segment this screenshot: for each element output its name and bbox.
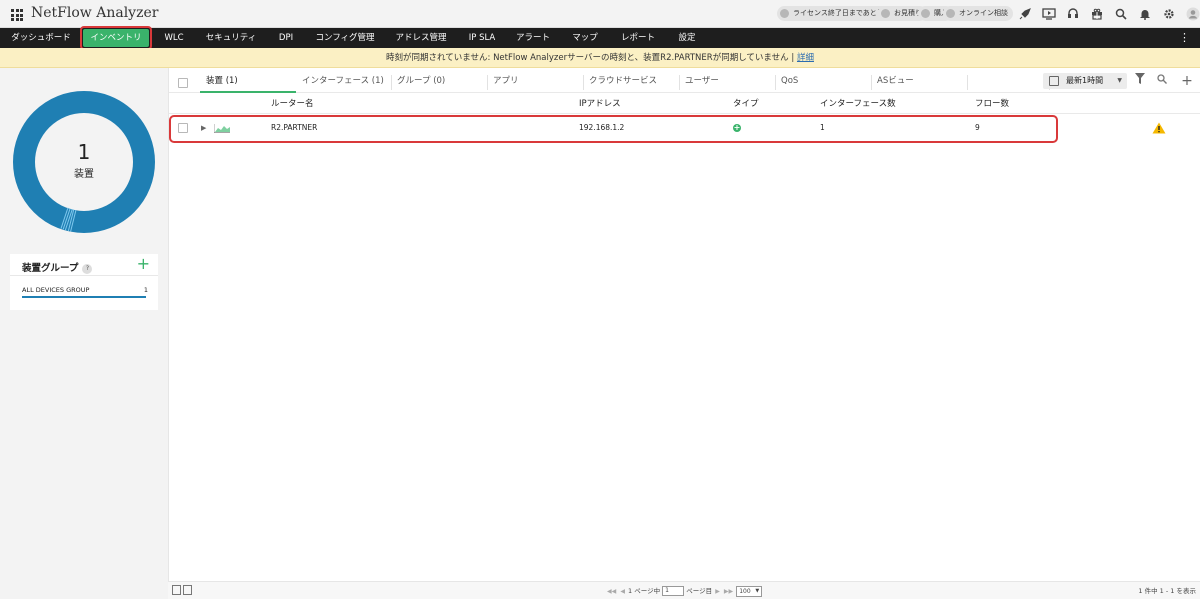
tab-separator (967, 75, 968, 90)
filter-icon[interactable] (1133, 73, 1147, 89)
device-group-title: 装置グループ? (22, 260, 93, 274)
chevron-down-icon: ▼ (755, 587, 760, 594)
table-footer: ◀◀ ◀ 1 ページ中 1 ページ目 ▶ ▶▶ 100 ▼ 1 件中 1 - 1 … (168, 581, 1200, 599)
pagination: ◀◀ ◀ 1 ページ中 1 ページ目 ▶ ▶▶ 100 ▼ (606, 582, 763, 599)
tab-cloud-services[interactable]: クラウドサービス (583, 73, 679, 93)
nav-ipsla[interactable]: IP SLA (463, 28, 501, 48)
device-count: 1 (77, 140, 91, 164)
time-range-dropdown[interactable]: 最新1時間 ▼ (1043, 73, 1127, 89)
left-panel: 1 装置 装置グループ? + ALL DEVICES GROUP 1 (0, 68, 168, 599)
device-group-title-text: 装置グループ (22, 263, 79, 274)
nav-settings[interactable]: 設定 (672, 28, 702, 48)
banner-separator: | (791, 53, 795, 63)
cart-icon (921, 9, 930, 18)
license-text: ライセンス終了日まであと７日 (793, 9, 891, 17)
video-icon[interactable] (1040, 6, 1058, 22)
tab-users[interactable]: ユーザー (679, 73, 775, 93)
nav-config[interactable]: コンフィグ管理 (311, 28, 379, 48)
page-prefix: 1 ページ中 (628, 587, 661, 595)
tab-qos[interactable]: QoS (775, 73, 871, 93)
next-page-button[interactable]: ▶ (715, 588, 720, 595)
page-number-input[interactable]: 1 (662, 586, 685, 596)
add-group-icon[interactable]: + (137, 254, 150, 274)
col-router-name[interactable]: ルーター名 (271, 94, 314, 114)
page-size-select[interactable]: 100 ▼ (736, 585, 763, 597)
table-search-icon[interactable] (1155, 73, 1169, 89)
help-icon[interactable]: ? (82, 263, 93, 274)
banner-details-link[interactable]: 詳細 (797, 53, 814, 63)
chevron-down-icon: ▼ (1117, 77, 1122, 84)
table-header: ルーター名 IPアドレス タイプ インターフェース数 フロー数 (169, 94, 1200, 114)
app-title: NetFlow Analyzer (31, 5, 159, 21)
tab-devices[interactable]: 装置 (1) (200, 73, 296, 93)
group-item-all-devices[interactable]: ALL DEVICES GROUP 1 (22, 286, 148, 294)
banner-text: 時刻が同期されていません: NetFlow Analyzerサーバーの時刻と、装… (386, 53, 789, 63)
nav-dpi[interactable]: DPI (272, 28, 300, 48)
print-icon[interactable] (183, 585, 192, 595)
bell-icon[interactable] (1136, 6, 1154, 22)
main-nav: ダッシュボード インベントリ WLC セキュリティ DPI コンフィグ管理 アド… (0, 28, 1200, 48)
device-donut-chart[interactable]: 1 装置 (10, 88, 158, 236)
first-page-button[interactable]: ◀◀ (607, 588, 616, 595)
app-grid-icon[interactable] (11, 9, 23, 21)
nav-security[interactable]: セキュリティ (200, 28, 262, 48)
headset-icon[interactable] (1064, 6, 1082, 22)
nav-maps[interactable]: マップ (566, 28, 604, 48)
gear-icon[interactable] (1160, 6, 1178, 22)
nav-wlc[interactable]: WLC (158, 28, 190, 48)
device-label: 装置 (74, 169, 94, 180)
col-type[interactable]: タイプ (733, 94, 759, 114)
consult-pill[interactable]: オンライン相談 (943, 6, 1013, 21)
top-header: NetFlow Analyzer ライセンス終了日まであと７日 お見積り 購入 … (0, 0, 1200, 28)
chat-icon (946, 9, 955, 18)
group-item-name: ALL DEVICES GROUP (22, 286, 90, 294)
prev-page-button[interactable]: ◀ (620, 588, 625, 595)
group-item-bar (22, 296, 146, 298)
select-all-checkbox[interactable] (178, 78, 188, 88)
page-suffix: ページ目 (686, 587, 713, 595)
quote-icon (881, 9, 890, 18)
main-panel: 装置 (1) インターフェース (1) グループ (0) アプリ クラウドサービ… (168, 68, 1200, 599)
row-highlight (169, 115, 1058, 143)
tab-interfaces[interactable]: インターフェース (1) (296, 73, 392, 93)
nav-alerts[interactable]: アラート (510, 28, 556, 48)
calendar-icon (1049, 76, 1059, 86)
device-group-card: 装置グループ? + ALL DEVICES GROUP 1 (10, 254, 158, 310)
last-page-button[interactable]: ▶▶ (724, 588, 733, 595)
search-icon[interactable] (1112, 6, 1130, 22)
more-menu-icon[interactable]: ⋮ (1179, 32, 1190, 44)
user-icon[interactable] (1184, 6, 1200, 22)
header-icon-group (1016, 6, 1200, 22)
add-device-icon[interactable]: + (1180, 73, 1194, 89)
tab-apps[interactable]: アプリ (487, 73, 583, 93)
gift-icon[interactable] (1088, 6, 1106, 22)
col-flow-count[interactable]: フロー数 (975, 94, 1009, 114)
rocket-icon[interactable] (1016, 6, 1034, 22)
time-range-value: 最新1時間 (1066, 76, 1104, 85)
nav-address[interactable]: アドレス管理 (390, 28, 452, 48)
nav-dashboard[interactable]: ダッシュボード (6, 28, 76, 48)
tab-as-view[interactable]: ASビュー (871, 73, 967, 93)
export-icon[interactable] (172, 585, 181, 595)
group-item-count: 1 (143, 286, 148, 294)
warning-icon[interactable] (1152, 122, 1166, 134)
record-summary: 1 件中 1 - 1 を表示 (1138, 587, 1196, 595)
group-divider (10, 275, 158, 276)
time-sync-banner: 時刻が同期されていません: NetFlow Analyzerサーバーの時刻と、装… (0, 48, 1200, 68)
consult-text: オンライン相談 (959, 9, 1008, 17)
tab-groups[interactable]: グループ (0) (391, 73, 487, 93)
col-ip-address[interactable]: IPアドレス (579, 94, 621, 114)
clock-icon (780, 9, 789, 18)
col-interface-count[interactable]: インターフェース数 (820, 94, 896, 114)
page-size-value: 100 (739, 587, 751, 595)
inventory-highlight (80, 26, 152, 50)
nav-reports[interactable]: レポート (614, 28, 662, 48)
